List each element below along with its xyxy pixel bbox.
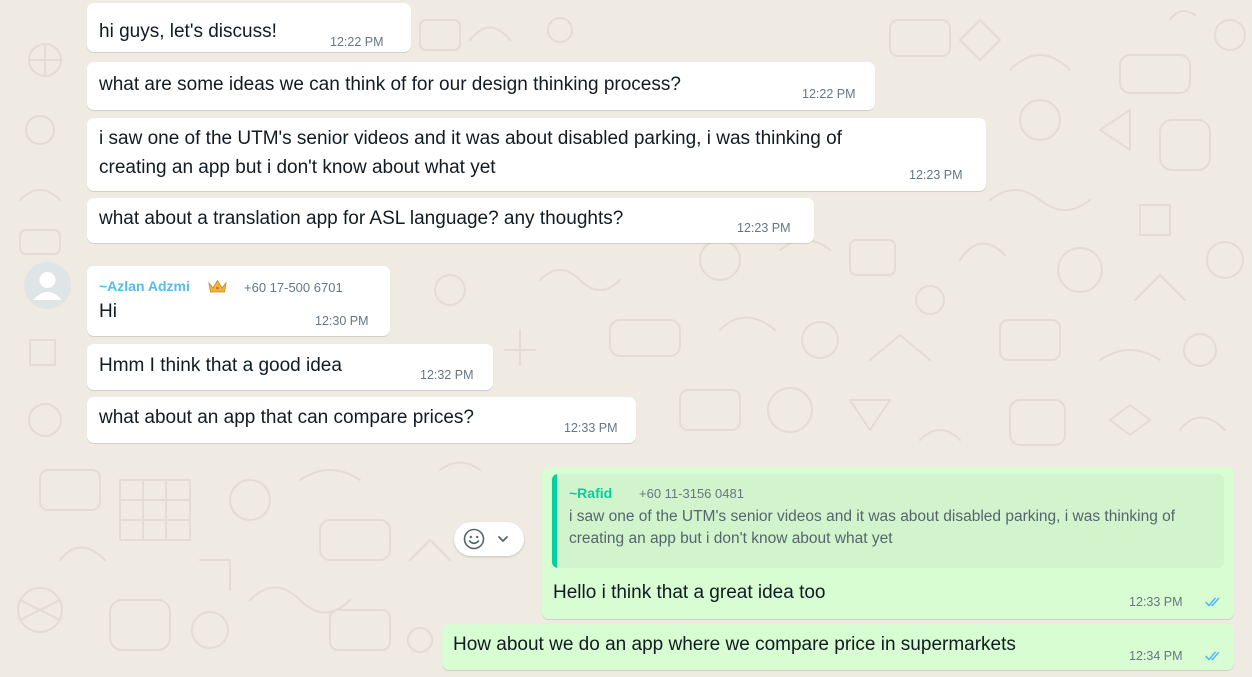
message-text: hi guys, let's discuss!: [99, 21, 277, 42]
message-text-line-1: i saw one of the UTM's senior videos and…: [99, 128, 842, 149]
quote-phone: +60 11-3156 0481: [639, 486, 744, 501]
message-text-line-2: creating an app but i don't know about w…: [99, 157, 496, 178]
quote-accent-bar: [552, 474, 557, 568]
chevron-down-icon[interactable]: [497, 534, 509, 544]
message-timestamp: 12:23 PM: [737, 221, 791, 235]
sender-name[interactable]: ~Azlan Adzmi: [99, 278, 190, 294]
sender-phone: +60 17-500 6701: [244, 280, 343, 295]
message-timestamp: 12:34 PM: [1129, 649, 1183, 663]
default-user-avatar-icon[interactable]: [24, 262, 71, 309]
incoming-message[interactable]: i saw one of the UTM's senior videos and…: [87, 118, 986, 191]
outgoing-message[interactable]: How about we do an app where we compare …: [442, 624, 1234, 670]
message-text: what about an app that can compare price…: [99, 407, 474, 428]
quoted-message[interactable]: ~Rafid +60 11-3156 0481 i saw one of the…: [552, 474, 1224, 568]
incoming-message[interactable]: what about an app that can compare price…: [87, 397, 636, 443]
message-timestamp: 12:22 PM: [330, 35, 384, 49]
message-text: what are some ideas we can think of for …: [99, 74, 681, 95]
message-timestamp: 12:30 PM: [315, 314, 369, 328]
smiley-emoji-icon[interactable]: [463, 528, 485, 550]
incoming-message-with-sender[interactable]: ~Azlan Adzmi +60 17-500 6701 Hi 12:30 PM: [87, 266, 390, 336]
message-text: Hello i think that a great idea too: [553, 582, 826, 603]
double-check-icon: [1205, 597, 1220, 607]
double-check-icon: [1205, 651, 1220, 661]
quote-text: i saw one of the UTM's senior videos and…: [569, 508, 1176, 547]
incoming-message[interactable]: hi guys, let's discuss! 12:22 PM: [87, 3, 411, 52]
crown-icon: [208, 279, 227, 293]
chat-message-area: hi guys, let's discuss! 12:22 PM what ar…: [0, 0, 1252, 677]
reaction-menu-button[interactable]: [454, 522, 524, 556]
message-text: How about we do an app where we compare …: [453, 634, 1016, 655]
message-timestamp: 12:23 PM: [909, 168, 963, 182]
message-timestamp: 12:33 PM: [1129, 595, 1183, 609]
incoming-message[interactable]: what about a translation app for ASL lan…: [87, 198, 814, 243]
message-text: Hi: [99, 301, 117, 322]
message-text: what about a translation app for ASL lan…: [99, 208, 624, 229]
message-timestamp: 12:32 PM: [420, 368, 474, 382]
message-timestamp: 12:33 PM: [564, 421, 618, 435]
incoming-message[interactable]: what are some ideas we can think of for …: [87, 62, 875, 110]
incoming-message[interactable]: Hmm I think that a good idea 12:32 PM: [87, 344, 493, 390]
message-text: Hmm I think that a good idea: [99, 355, 342, 376]
quote-author: ~Rafid: [569, 485, 613, 501]
message-timestamp: 12:22 PM: [802, 87, 856, 101]
outgoing-message-with-reply[interactable]: ~Rafid +60 11-3156 0481 i saw one of the…: [542, 467, 1234, 619]
